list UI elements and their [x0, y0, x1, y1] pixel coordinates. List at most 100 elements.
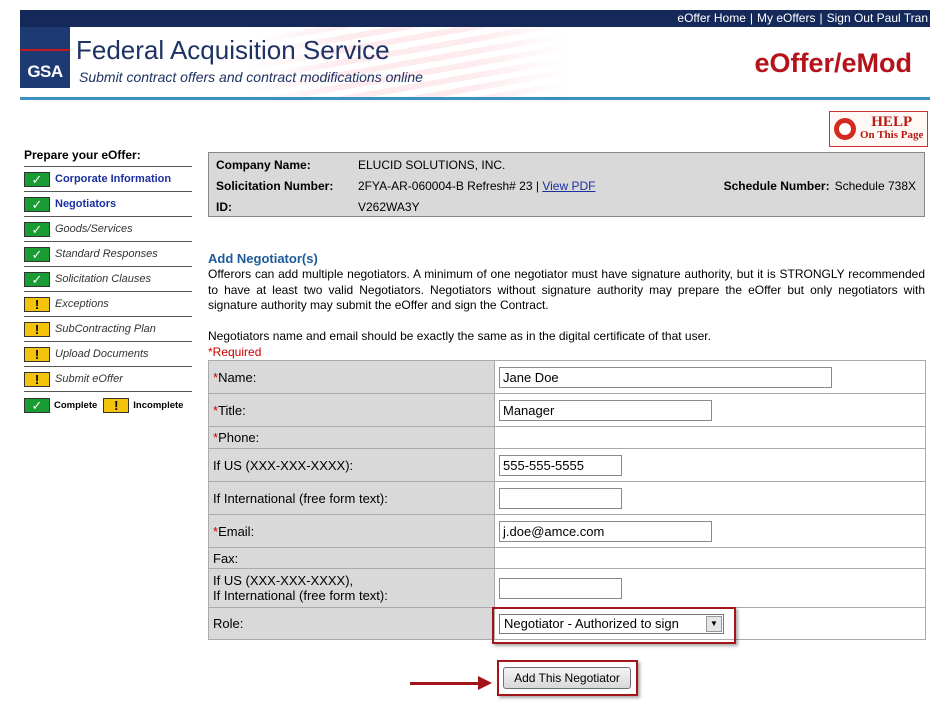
- phone-intl-input[interactable]: [499, 487, 622, 509]
- legend-complete-label: Complete: [54, 399, 98, 411]
- fax-us-label: If US (XXX-XXX-XXXX),: [213, 573, 354, 588]
- site-header: GSA Federal Acquisition Service Submit c…: [20, 27, 930, 97]
- help-sublabel: On This Page: [860, 129, 924, 141]
- fax-input[interactable]: [499, 577, 622, 599]
- phone-intl-label: If International (free form text):: [208, 481, 495, 515]
- logo-text: GSA: [27, 62, 63, 81]
- help-on-this-page-button[interactable]: HELP On This Page: [829, 111, 928, 147]
- my-eoffers-link[interactable]: My eOffers: [757, 11, 815, 25]
- title-label: Title:: [218, 402, 246, 418]
- page-title: Add Negotiator(s): [208, 251, 318, 266]
- exclamation-icon: !: [24, 371, 50, 387]
- name-label-cell: *Name:: [208, 360, 495, 394]
- checkmark-icon: ✓: [24, 171, 50, 187]
- help-label: HELP: [871, 114, 913, 130]
- sidebar-item-upload-documents: ! Upload Documents: [24, 342, 192, 367]
- phone-label-cell: *Phone:: [208, 426, 495, 449]
- eoffer-home-link[interactable]: eOffer Home: [677, 11, 745, 25]
- progress-sidebar: Prepare your eOffer: ✓ Corporate Informa…: [24, 148, 192, 418]
- exclamation-icon: !: [24, 346, 50, 362]
- phone-spacer-cell: [494, 426, 926, 449]
- solicitation-info-box: Company Name: ELUCID SOLUTIONS, INC. Sol…: [208, 152, 925, 217]
- negotiator-form: *Name: Jane Doe *Title: Manager *Phone: …: [208, 360, 926, 640]
- name-label: Name:: [218, 369, 257, 385]
- sidebar-item-exceptions: ! Exceptions: [24, 292, 192, 317]
- sidebar-item-goods-services: ✓ Goods/Services: [24, 217, 192, 242]
- schedule-number: Schedule Number: Schedule 738X: [724, 179, 916, 193]
- sign-out-link[interactable]: Sign Out Paul Tran: [827, 11, 928, 25]
- gsa-logo[interactable]: GSA: [20, 27, 70, 88]
- sidebar-item-label: Corporate Information: [55, 173, 172, 185]
- sidebar-item-corporate-information[interactable]: ✓ Corporate Information: [24, 167, 192, 192]
- fax-spacer-cell: [494, 547, 926, 569]
- id-row: ID: V262WA3Y: [209, 200, 924, 220]
- email-input[interactable]: j.doe@amce.com: [499, 520, 712, 542]
- sidebar-item-standard-responses: ✓ Standard Responses: [24, 242, 192, 267]
- sidebar-item-label: Submit eOffer: [55, 373, 123, 385]
- id-label: ID:: [216, 200, 232, 214]
- email-field-cell: j.doe@amce.com: [494, 514, 926, 548]
- fax-number-row: If US (XXX-XXX-XXXX), If International (…: [208, 568, 926, 608]
- schedule-number-label: Schedule Number:: [723, 179, 830, 193]
- nav-separator: |: [819, 11, 823, 25]
- phone-us-label: If US (XXX-XXX-XXXX):: [208, 448, 495, 482]
- phone-intl-row: If International (free form text):: [208, 481, 926, 515]
- app-name: eOffer/eMod: [754, 48, 912, 78]
- solicitation-number-value: 2FYA-AR-060004-B Refresh# 23 | View PDF: [358, 179, 595, 193]
- top-nav: eOffer Home | My eOffers | Sign Out Paul Tra…: [677, 11, 928, 25]
- role-label: Role:: [208, 607, 495, 640]
- sidebar-item-label: Negotiators: [55, 198, 117, 210]
- sidebar-item-solicitation-clauses: ✓ Solicitation Clauses: [24, 267, 192, 292]
- view-pdf-link[interactable]: View PDF: [542, 179, 595, 193]
- life-ring-icon: [834, 118, 856, 140]
- checkmark-icon: ✓: [24, 397, 50, 413]
- checkmark-icon: ✓: [24, 221, 50, 237]
- add-negotiator-button[interactable]: Add This Negotiator: [503, 667, 631, 689]
- checkmark-icon: ✓: [24, 196, 50, 212]
- fax-field-cell: [494, 568, 926, 608]
- status-legend: ✓ Complete ! Incomplete: [24, 392, 192, 418]
- fax-label: Fax:: [208, 547, 495, 569]
- solicitation-number-text: 2FYA-AR-060004-B Refresh# 23 |: [358, 179, 539, 193]
- agency-tagline: Submit contract offers and contract modi…: [79, 69, 423, 85]
- help-text: HELP On This Page: [860, 114, 924, 142]
- exclamation-icon: !: [24, 296, 50, 312]
- phone-us-row: If US (XXX-XXX-XXXX): 555-555-5555: [208, 448, 926, 482]
- name-input[interactable]: Jane Doe: [499, 366, 832, 388]
- company-name-label: Company Name:: [216, 158, 311, 172]
- certificate-note: Negotiators name and email should be exa…: [208, 329, 711, 343]
- phone-label: Phone:: [218, 430, 260, 445]
- sidebar-item-negotiators[interactable]: ✓ Negotiators: [24, 192, 192, 217]
- annotation-arrow-shaft: [410, 682, 480, 685]
- sidebar-item-label: Standard Responses: [55, 248, 158, 260]
- sidebar-item-label: Upload Documents: [55, 348, 149, 360]
- phone-us-input[interactable]: 555-555-5555: [499, 454, 622, 476]
- fax-row: Fax:: [208, 547, 926, 569]
- sidebar-item-label: Exceptions: [55, 298, 109, 310]
- phone-us-field-cell: 555-555-5555: [494, 448, 926, 482]
- sidebar-item-submit-eoffer: ! Submit eOffer: [24, 367, 192, 392]
- top-nav-bar: eOffer Home | My eOffers | Sign Out Paul Tra…: [20, 10, 930, 27]
- email-label: Email:: [218, 523, 255, 539]
- title-row: *Title: Manager: [208, 393, 926, 427]
- annotation-arrow-icon: [478, 676, 492, 690]
- phone-row: *Phone:: [208, 426, 926, 449]
- phone-intl-field-cell: [494, 481, 926, 515]
- required-note: *Required: [208, 345, 262, 359]
- name-field-cell: Jane Doe: [494, 360, 926, 394]
- schedule-number-value: Schedule 738X: [834, 179, 916, 193]
- title-field-cell: Manager: [494, 393, 926, 427]
- sidebar-item-label: Solicitation Clauses: [55, 273, 151, 285]
- logo-stripe: [20, 27, 70, 51]
- exclamation-icon: !: [103, 397, 130, 413]
- checkmark-icon: ✓: [24, 271, 50, 287]
- title-input[interactable]: Manager: [499, 399, 712, 421]
- id-value: V262WA3Y: [358, 200, 420, 214]
- solicitation-number-label: Solicitation Number:: [216, 179, 334, 193]
- checkmark-icon: ✓: [24, 246, 50, 262]
- nav-separator: |: [749, 11, 754, 25]
- fax-intl-label: If International (free form text):: [213, 588, 388, 603]
- email-row: *Email: j.doe@amce.com: [208, 514, 926, 548]
- sidebar-item-label: SubContracting Plan: [55, 323, 156, 335]
- solicitation-row: Solicitation Number: 2FYA-AR-060004-B Re…: [209, 179, 924, 199]
